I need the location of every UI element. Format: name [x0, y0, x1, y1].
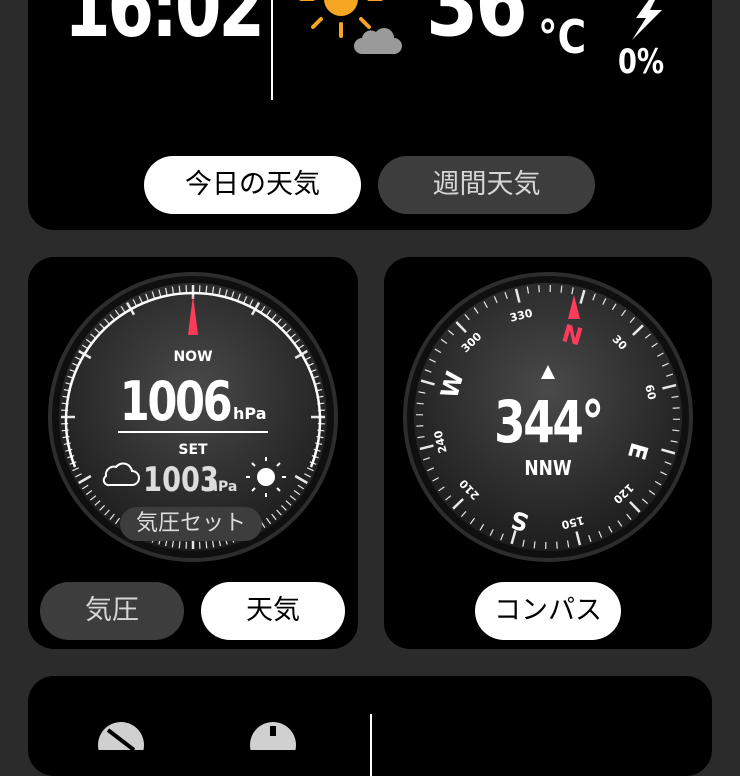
pressure-now-value: 1006	[120, 370, 231, 433]
pressure-set-unit: hPa	[208, 479, 237, 495]
barometer-card: NOW 1006 hPa SET 1003 hPa 気圧セット 気圧 天気	[28, 257, 358, 649]
compass-card: N E S W 30 60 120 150 210 240 300 330 34…	[384, 257, 712, 649]
tab-compass[interactable]: コンパス	[475, 582, 621, 640]
heading-direction: NNW	[524, 458, 571, 481]
lightning-icon	[626, 0, 666, 40]
bottom-card	[28, 676, 712, 776]
heading-degrees: 344°	[494, 390, 602, 457]
precipitation-value: 0%	[618, 42, 664, 82]
set-label: SET	[178, 442, 208, 458]
weather-summary-card: 16:02 36 °C 0% 今日の天気 週間天気	[28, 0, 712, 230]
temperature-value: 36	[426, 0, 524, 50]
current-time: 16:02	[64, 0, 262, 50]
now-label: NOW	[173, 349, 212, 365]
pressure-now-unit: hPa	[233, 404, 266, 423]
tab-pressure[interactable]: 気圧	[40, 582, 184, 640]
divider	[271, 0, 273, 100]
tab-weather[interactable]: 天気	[201, 582, 345, 640]
set-pressure-button[interactable]: 気圧セット	[120, 507, 262, 541]
sunny-then-cloudy-icon	[296, 0, 406, 60]
umbrella-icon	[248, 720, 298, 750]
temperature-unit: °C	[538, 10, 586, 64]
compass-dial: N E S W 30 60 120 150 210 240 300 330 34…	[384, 257, 712, 567]
tab-weekly-weather[interactable]: 週間天気	[378, 156, 595, 214]
divider	[370, 714, 372, 776]
no-umbrella-icon	[96, 720, 146, 750]
tab-today-weather[interactable]: 今日の天気	[144, 156, 361, 214]
